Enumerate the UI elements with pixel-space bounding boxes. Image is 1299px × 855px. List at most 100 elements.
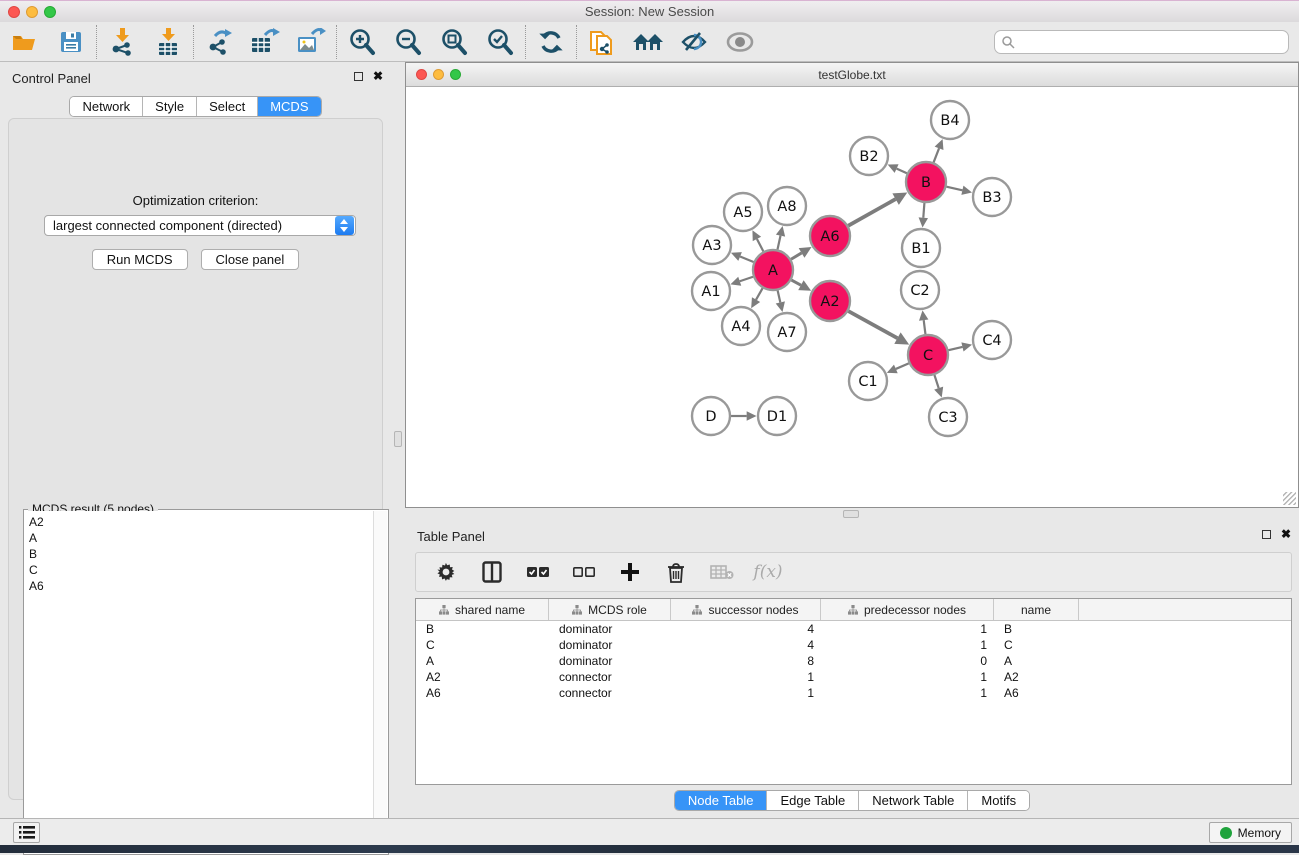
run-mcds-button[interactable]: Run MCDS — [92, 249, 188, 270]
select-all-checks-icon[interactable] — [526, 560, 550, 584]
graph-edge[interactable] — [897, 169, 907, 174]
column-layout-icon[interactable] — [480, 560, 504, 584]
home-pair-icon[interactable] — [632, 26, 664, 58]
function-builder-icon[interactable]: f(x) — [756, 560, 780, 584]
table-row[interactable]: A2connector11A2 — [416, 669, 1291, 685]
export-network-icon[interactable] — [203, 26, 235, 58]
tab-network[interactable]: Network — [70, 97, 143, 116]
column-header-shared-name[interactable]: shared name — [416, 599, 549, 620]
vertical-split-divider[interactable] — [391, 62, 405, 818]
settings-gear-icon[interactable] — [434, 560, 458, 584]
eye-slash-icon[interactable] — [678, 26, 710, 58]
column-header-name[interactable]: name — [994, 599, 1079, 620]
clone-network-icon[interactable] — [586, 26, 618, 58]
table-tab-node-table[interactable]: Node Table — [675, 791, 768, 810]
graph-edge-arrowhead — [730, 277, 741, 286]
save-session-icon[interactable] — [55, 26, 87, 58]
table-cell: B — [994, 621, 1079, 637]
table-row[interactable]: Bdominator41B — [416, 621, 1291, 637]
graph-edge[interactable] — [740, 277, 753, 282]
graph-edge[interactable] — [948, 347, 962, 350]
export-image-icon[interactable] — [295, 26, 327, 58]
hierarchy-icon — [848, 605, 858, 615]
graph-edge[interactable] — [848, 199, 895, 226]
divider-grip[interactable] — [843, 510, 859, 518]
network-canvas[interactable]: AA6A2BCA1A3A4A5A7A8B1B2B3B4C1C2C3C4DD1 — [406, 87, 1298, 507]
graph-edge[interactable] — [924, 320, 926, 334]
zoom-out-icon[interactable] — [392, 26, 424, 58]
table-cell: dominator — [549, 621, 671, 637]
table-row[interactable]: Cdominator41C — [416, 637, 1291, 653]
table-row[interactable]: A6connector11A6 — [416, 685, 1291, 701]
task-history-button[interactable] — [13, 822, 40, 843]
graph-node-label: C4 — [982, 333, 1001, 349]
graph-edge[interactable] — [896, 363, 909, 369]
graph-edge[interactable] — [946, 187, 962, 191]
table-cell: connector — [549, 685, 671, 701]
graph-edge[interactable] — [848, 311, 897, 338]
dropdown-stepper-icon[interactable] — [335, 216, 354, 235]
graph-edge[interactable] — [756, 288, 763, 299]
table-cell: 1 — [821, 637, 994, 653]
graph-edge[interactable] — [791, 253, 802, 259]
refresh-view-icon[interactable] — [535, 26, 567, 58]
graph-edge[interactable] — [740, 257, 753, 263]
deselect-all-checks-icon[interactable] — [572, 560, 596, 584]
mcds-result-item[interactable]: A2 — [29, 514, 373, 530]
optimization-criterion-dropdown[interactable]: largest connected component (directed) — [44, 215, 356, 236]
node-table-header: shared nameMCDS rolesuccessor nodesprede… — [416, 599, 1291, 621]
table-tab-motifs[interactable]: Motifs — [968, 791, 1029, 810]
graph-edge[interactable] — [934, 375, 938, 388]
import-table-icon[interactable] — [152, 26, 184, 58]
graph-edge[interactable] — [791, 280, 800, 285]
delete-column-trash-icon[interactable] — [664, 560, 688, 584]
close-panel-button[interactable]: Close panel — [201, 249, 300, 270]
graph-edge[interactable] — [757, 239, 763, 251]
column-header-MCDS-role[interactable]: MCDS role — [549, 599, 671, 620]
zoom-fit-icon[interactable] — [438, 26, 470, 58]
table-cell: A6 — [994, 685, 1079, 701]
column-header-successor-nodes[interactable]: successor nodes — [671, 599, 821, 620]
tab-select[interactable]: Select — [197, 97, 258, 116]
application-window: Session: New Session — [0, 0, 1299, 853]
close-table-panel-icon[interactable]: ✖ — [1281, 529, 1291, 539]
close-panel-icon[interactable]: ✖ — [373, 71, 383, 81]
search-field[interactable] — [994, 30, 1289, 54]
float-panel-icon[interactable] — [354, 72, 363, 81]
zoom-selected-icon[interactable] — [484, 26, 516, 58]
mcds-result-item[interactable]: C — [29, 562, 373, 578]
column-header-predecessor-nodes[interactable]: predecessor nodes — [821, 599, 994, 620]
delete-table-icon[interactable] — [710, 560, 734, 584]
tab-style[interactable]: Style — [143, 97, 197, 116]
memory-button[interactable]: Memory — [1209, 822, 1292, 843]
mcds-result-scrollbar[interactable] — [373, 511, 387, 853]
import-network-icon[interactable] — [106, 26, 138, 58]
network-window-titlebar[interactable]: testGlobe.txt — [406, 63, 1298, 87]
open-folder-icon[interactable] — [9, 26, 41, 58]
network-graph[interactable]: AA6A2BCA1A3A4A5A7A8B1B2B3B4C1C2C3C4DD1 — [406, 87, 1298, 507]
table-tab-network-table[interactable]: Network Table — [859, 791, 968, 810]
divider-grip[interactable] — [394, 431, 402, 447]
window-resize-grip[interactable] — [1283, 492, 1296, 505]
graph-edge[interactable] — [923, 203, 924, 218]
graph-edge[interactable] — [778, 290, 781, 302]
graph-edge[interactable] — [934, 148, 939, 162]
mcds-result-item[interactable]: A6 — [29, 578, 373, 594]
search-input[interactable] — [1015, 32, 1288, 52]
graph-edge[interactable] — [777, 236, 780, 250]
eye-icon[interactable] — [724, 26, 756, 58]
table-tab-edge-table[interactable]: Edge Table — [767, 791, 859, 810]
horizontal-split-divider[interactable] — [405, 508, 1299, 520]
graph-edge-arrowhead — [776, 301, 785, 312]
table-row[interactable]: Adominator80A — [416, 653, 1291, 669]
graph-node-label: A4 — [731, 319, 750, 335]
mcds-result-item[interactable]: A — [29, 530, 373, 546]
export-table-icon[interactable] — [249, 26, 281, 58]
graph-edge-arrowhead — [961, 186, 972, 195]
table-cell: 0 — [821, 653, 994, 669]
tab-mcds[interactable]: MCDS — [258, 97, 320, 116]
mcds-result-item[interactable]: B — [29, 546, 373, 562]
float-table-panel-icon[interactable] — [1262, 530, 1271, 539]
zoom-in-icon[interactable] — [346, 26, 378, 58]
add-column-icon[interactable] — [618, 560, 642, 584]
